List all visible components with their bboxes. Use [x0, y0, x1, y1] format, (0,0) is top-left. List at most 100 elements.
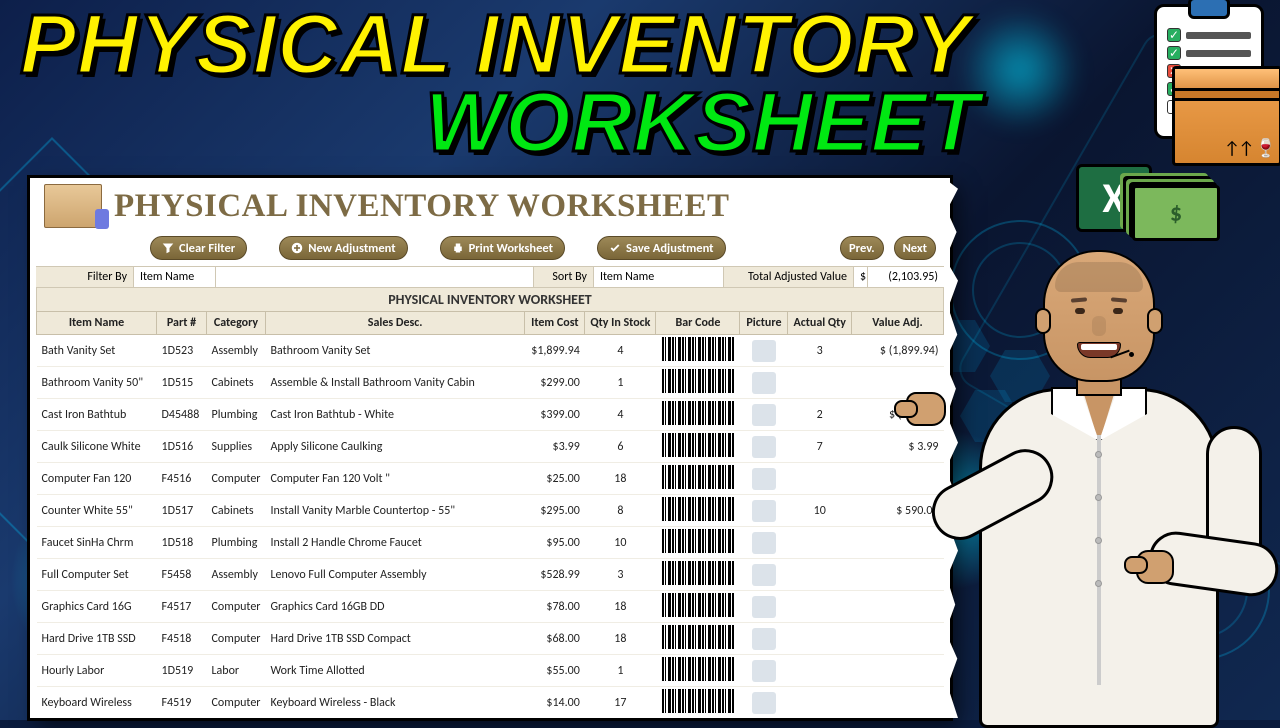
- prev-button[interactable]: Prev.: [840, 236, 884, 260]
- worksheet-logo: [44, 184, 102, 228]
- cell-desc: Install 2 Handle Chrome Faucet: [265, 527, 524, 559]
- cell-item: Caulk Silicone White: [37, 431, 157, 463]
- cell-barcode: [656, 591, 740, 623]
- cell-actual-qty[interactable]: 2: [788, 399, 852, 431]
- cell-barcode: [656, 431, 740, 463]
- cell-item: Counter White 55": [37, 495, 157, 527]
- cell-actual-qty[interactable]: [788, 591, 852, 623]
- cell-stock: 10: [585, 527, 656, 559]
- cell-item: Cast Iron Bathtub: [37, 399, 157, 431]
- cell-desc: Install Vanity Marble Countertop - 55": [265, 495, 524, 527]
- table-row[interactable]: Bathroom Vanity 50"1D515CabinetsAssemble…: [37, 367, 944, 399]
- cell-actual-qty[interactable]: [788, 527, 852, 559]
- table-row[interactable]: Faucet SinHa Chrm1D518PlumbingInstall 2 …: [37, 527, 944, 559]
- cell-part: F4518: [157, 623, 207, 655]
- cell-desc: Computer Fan 120 Volt ": [265, 463, 524, 495]
- cell-picture: [740, 367, 788, 399]
- cell-part: 1D523: [157, 335, 207, 367]
- cell-actual-qty[interactable]: 7: [788, 431, 852, 463]
- table-row[interactable]: Caulk Silicone White1D516SuppliesApply S…: [37, 431, 944, 463]
- cell-part: 1D518: [157, 527, 207, 559]
- col-desc[interactable]: Sales Desc.: [265, 312, 524, 335]
- cell-item: Keyboard Wireless: [37, 687, 157, 719]
- cell-barcode: [656, 335, 740, 367]
- cell-category: Computer: [207, 463, 266, 495]
- cell-category: Supplies: [207, 431, 266, 463]
- save-adjustment-button[interactable]: Save Adjustment: [597, 236, 726, 260]
- table-row[interactable]: Keyboard WirelessF4519ComputerKeyboard W…: [37, 687, 944, 719]
- col-actual-qty[interactable]: Actual Qty: [788, 312, 852, 335]
- table-row[interactable]: Graphics Card 16GF4517ComputerGraphics C…: [37, 591, 944, 623]
- cell-actual-qty[interactable]: [788, 687, 852, 719]
- cell-cost: $78.00: [525, 591, 585, 623]
- toolbar: Clear Filter New Adjustment Print Worksh…: [30, 234, 950, 266]
- cell-category: Computer: [207, 687, 266, 719]
- cell-barcode: [656, 559, 740, 591]
- cell-cost: $295.00: [525, 495, 585, 527]
- table-row[interactable]: Computer Fan 120F4516ComputerComputer Fa…: [37, 463, 944, 495]
- cell-item: Hard Drive 1TB SSD: [37, 623, 157, 655]
- cell-picture: [740, 431, 788, 463]
- cell-barcode: [656, 623, 740, 655]
- print-worksheet-button[interactable]: Print Worksheet: [440, 236, 565, 260]
- table-row[interactable]: Bath Vanity Set1D523AssemblyBathroom Van…: [37, 335, 944, 367]
- cell-cost: $25.00: [525, 463, 585, 495]
- cell-item: Faucet SinHa Chrm: [37, 527, 157, 559]
- cell-stock: 18: [585, 463, 656, 495]
- filter-by-label: Filter By: [36, 267, 134, 287]
- cell-actual-qty[interactable]: 10: [788, 495, 852, 527]
- table-row[interactable]: Hourly Labor1D519LaborWork Time Allotted…: [37, 655, 944, 687]
- sort-by-value[interactable]: Item Name: [594, 267, 724, 287]
- cell-category: Computer: [207, 623, 266, 655]
- cell-part: 1D519: [157, 655, 207, 687]
- cell-stock: 1: [585, 367, 656, 399]
- table-row[interactable]: Cast Iron BathtubD45488PlumbingCast Iron…: [37, 399, 944, 431]
- cell-stock: 6: [585, 431, 656, 463]
- col-cost[interactable]: Item Cost: [525, 312, 585, 335]
- cell-actual-qty[interactable]: 3: [788, 335, 852, 367]
- cell-actual-qty[interactable]: [788, 623, 852, 655]
- col-item[interactable]: Item Name: [37, 312, 157, 335]
- cell-picture: [740, 527, 788, 559]
- cell-actual-qty[interactable]: [788, 463, 852, 495]
- cell-barcode: [656, 367, 740, 399]
- cell-barcode: [656, 655, 740, 687]
- cell-stock: 4: [585, 335, 656, 367]
- cell-stock: 3: [585, 559, 656, 591]
- cell-barcode: [656, 463, 740, 495]
- cell-item: Full Computer Set: [37, 559, 157, 591]
- cell-category: Cabinets: [207, 367, 266, 399]
- cell-picture: [740, 399, 788, 431]
- col-part[interactable]: Part #: [157, 312, 207, 335]
- col-stock[interactable]: Qty In Stock: [585, 312, 656, 335]
- new-adjustment-button[interactable]: New Adjustment: [279, 236, 407, 260]
- col-barcode[interactable]: Bar Code: [656, 312, 740, 335]
- cell-part: F4517: [157, 591, 207, 623]
- table-row[interactable]: Hard Drive 1TB SSDF4518ComputerHard Driv…: [37, 623, 944, 655]
- filter-input[interactable]: [216, 267, 534, 287]
- filter-by-value[interactable]: Item Name: [134, 267, 216, 287]
- inventory-table: Item Name Part # Category Sales Desc. It…: [36, 311, 944, 718]
- cell-picture: [740, 623, 788, 655]
- cell-desc: Apply Silicone Caulking: [265, 431, 524, 463]
- table-row[interactable]: Counter White 55"1D517CabinetsInstall Va…: [37, 495, 944, 527]
- clipboard-icon: ✓ ✓ ✕ ✓ ↑↑ 🍷: [1154, 4, 1264, 139]
- cell-picture: [740, 495, 788, 527]
- cell-item: Bathroom Vanity 50": [37, 367, 157, 399]
- cell-actual-qty[interactable]: [788, 559, 852, 591]
- cell-cost: $68.00: [525, 623, 585, 655]
- cell-part: D45488: [157, 399, 207, 431]
- cell-stock: 17: [585, 687, 656, 719]
- table-row[interactable]: Full Computer SetF5458AssemblyLenovo Ful…: [37, 559, 944, 591]
- col-picture[interactable]: Picture: [740, 312, 788, 335]
- cell-actual-qty[interactable]: [788, 367, 852, 399]
- col-category[interactable]: Category: [207, 312, 266, 335]
- cell-part: 1D516: [157, 431, 207, 463]
- cell-stock: 18: [585, 591, 656, 623]
- cell-stock: 1: [585, 655, 656, 687]
- cell-category: Assembly: [207, 559, 266, 591]
- cell-actual-qty[interactable]: [788, 655, 852, 687]
- cell-picture: [740, 591, 788, 623]
- clear-filter-button[interactable]: Clear Filter: [150, 236, 247, 260]
- cell-stock: 18: [585, 623, 656, 655]
